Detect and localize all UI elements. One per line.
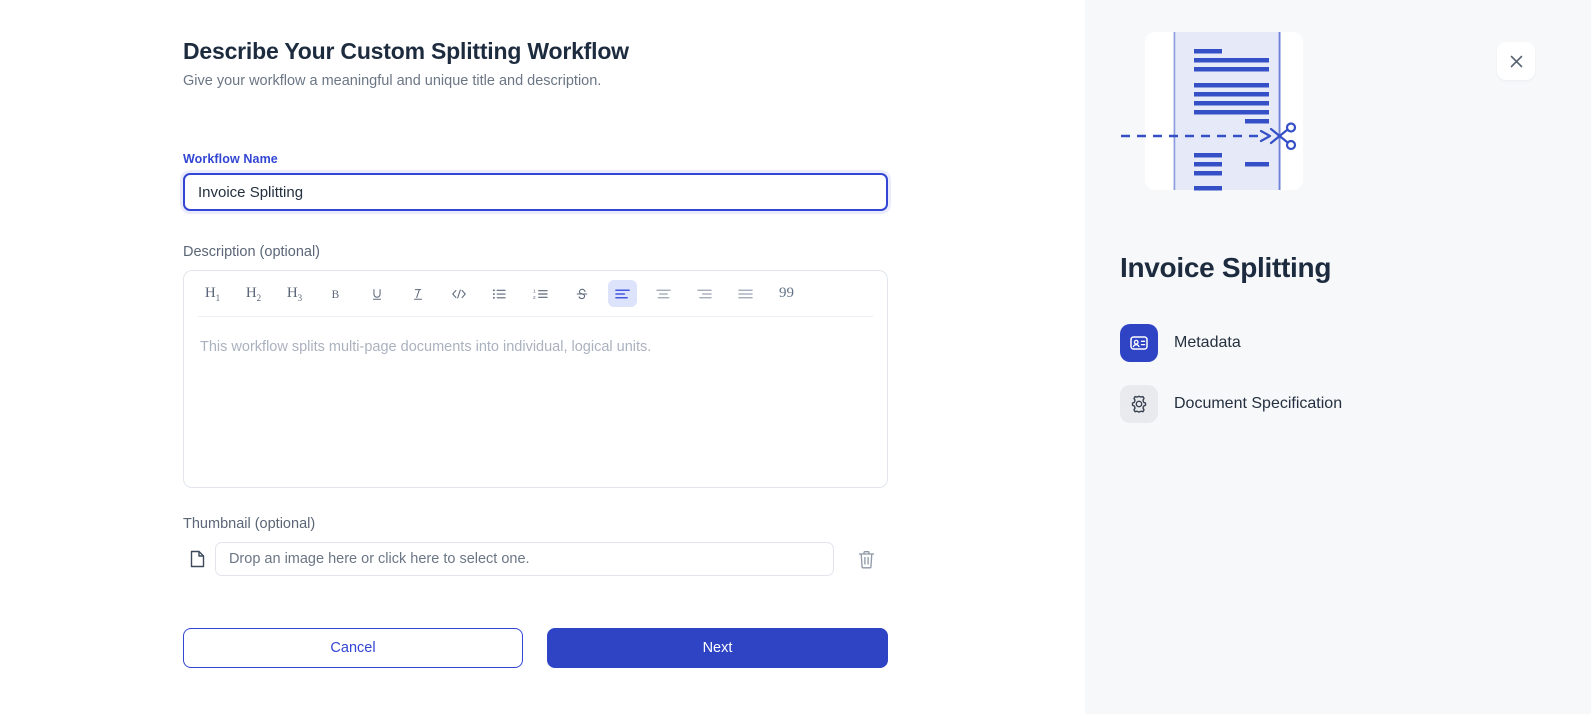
summary-panel: Invoice Splitting Metadata Document Spec… xyxy=(1085,0,1591,714)
description-field-group: Description (optional) H1 H2 H3 B 1 2 99… xyxy=(183,244,888,489)
underline-button[interactable] xyxy=(362,280,391,307)
heading-3-icon: H3 xyxy=(286,284,303,303)
thumbnail-label: Thumbnail (optional) xyxy=(183,516,316,533)
thumbnail-delete-button[interactable] xyxy=(844,550,888,569)
thumbnail-row xyxy=(183,542,888,577)
bullet-list-icon xyxy=(492,289,506,299)
blockquote-icon: 99 xyxy=(779,285,794,302)
close-panel-button[interactable] xyxy=(1497,42,1535,80)
align-left-icon xyxy=(615,289,630,299)
numbered-list-button[interactable]: 1 2 xyxy=(526,280,555,307)
document-split-scissors-illustration xyxy=(1121,12,1307,198)
workflow-form: Describe Your Custom Splitting Workflow … xyxy=(183,38,888,669)
description-placeholder: This workflow splits multi-page document… xyxy=(200,339,652,356)
panel-title: Invoice Splitting xyxy=(1120,252,1332,283)
blockquote-button[interactable]: 99 xyxy=(772,280,801,307)
heading-2-button[interactable]: H2 xyxy=(239,280,268,307)
sidebar-item-document-specification[interactable]: Document Specification xyxy=(1120,381,1550,427)
align-left-button[interactable] xyxy=(608,280,637,308)
file-icon xyxy=(191,551,205,568)
numbered-list-icon: 1 2 xyxy=(533,289,548,300)
workflow-name-input[interactable] xyxy=(183,173,888,212)
heading-3-button[interactable]: H3 xyxy=(280,280,309,307)
description-label: Description (optional) xyxy=(183,244,321,261)
thumbnail-field-group: Thumbnail (optional) xyxy=(183,516,888,577)
document-specification-tile xyxy=(1120,385,1158,423)
gear-icon xyxy=(1131,395,1147,413)
align-justify-button[interactable] xyxy=(731,280,760,307)
workflow-name-field-group: Workflow Name xyxy=(183,152,888,212)
heading-1-icon: H1 xyxy=(204,284,221,303)
file-icon-wrap xyxy=(183,550,213,568)
code-icon xyxy=(451,289,466,299)
align-right-icon xyxy=(697,289,712,299)
italic-icon xyxy=(413,289,422,300)
strikethrough-button[interactable] xyxy=(567,280,596,307)
editor-toolbar: H1 H2 H3 B 1 2 99 xyxy=(184,271,887,316)
workflow-creation-screen: Describe Your Custom Splitting Workflow … xyxy=(0,0,1591,714)
align-right-button[interactable] xyxy=(690,280,719,307)
trash-icon xyxy=(858,550,874,569)
description-editor-body[interactable]: This workflow splits multi-page document… xyxy=(184,317,887,487)
id-card-icon xyxy=(1130,336,1148,350)
bold-button[interactable]: B xyxy=(321,280,350,307)
svg-text:B: B xyxy=(331,289,339,301)
workflow-name-label: Workflow Name xyxy=(183,152,278,167)
thumbnail-input[interactable] xyxy=(214,542,835,577)
svg-text:2: 2 xyxy=(533,295,536,300)
description-editor: H1 H2 H3 B 1 2 99 This workflow splits m… xyxy=(183,270,888,489)
heading-1-button[interactable]: H1 xyxy=(198,280,227,307)
align-justify-icon xyxy=(738,289,753,299)
page-title: Describe Your Custom Splitting Workflow xyxy=(183,38,629,64)
form-actions: Cancel Next xyxy=(183,628,888,669)
italic-button[interactable] xyxy=(403,280,432,307)
form-pane: Describe Your Custom Splitting Workflow … xyxy=(0,0,1085,714)
sidebar-item-metadata[interactable]: Metadata xyxy=(1120,320,1550,366)
align-center-icon xyxy=(656,289,671,299)
panel-nav-list: Metadata Document Specification xyxy=(1120,320,1550,442)
align-center-button[interactable] xyxy=(649,280,678,307)
metadata-tile xyxy=(1120,324,1158,362)
sidebar-item-document-specification-label: Document Specification xyxy=(1174,395,1343,412)
cancel-button[interactable]: Cancel xyxy=(183,628,523,669)
strikethrough-icon xyxy=(576,288,587,300)
code-block-button[interactable] xyxy=(444,280,473,307)
page-subtitle: Give your workflow a meaningful and uniq… xyxy=(183,72,602,89)
sidebar-item-metadata-label: Metadata xyxy=(1174,334,1241,351)
svg-text:1: 1 xyxy=(533,289,536,294)
underline-icon xyxy=(372,289,381,300)
heading-2-icon: H2 xyxy=(245,284,262,303)
close-icon xyxy=(1510,55,1522,67)
bullet-list-button[interactable] xyxy=(485,280,514,307)
bold-icon: B xyxy=(331,289,339,301)
next-button[interactable]: Next xyxy=(547,628,888,669)
